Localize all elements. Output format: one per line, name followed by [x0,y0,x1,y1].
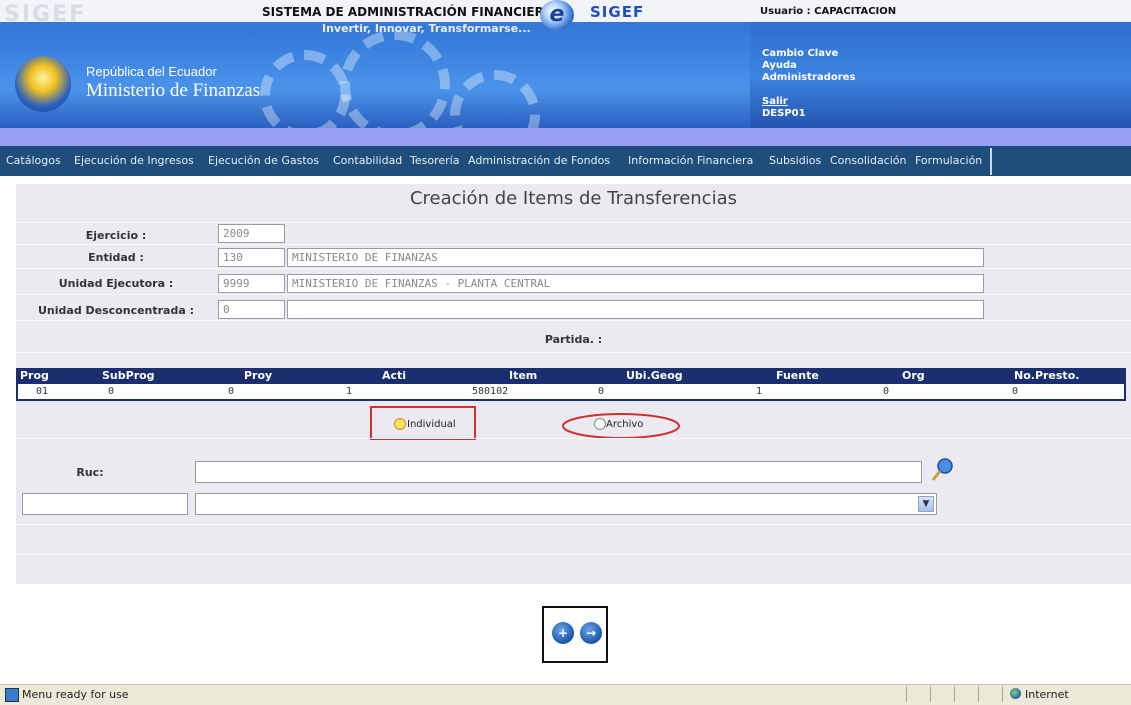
menu-item-contabilidad[interactable]: Contabilidad [333,154,402,167]
beneficiary-code-input[interactable] [22,493,188,515]
entidad-name-field[interactable]: MINISTERIO DE FINANZAS [287,248,984,267]
ministerio-label: Ministerio de Finanzas [86,80,261,101]
column-header-acti: Acti [382,369,407,382]
column-header-subprog: SubProg [102,369,155,382]
ejercicio-label: Ejercicio : [85,229,147,242]
exit-button[interactable]: → [580,622,602,644]
ejercicio-field[interactable]: 2009 [218,224,285,243]
column-header-proy: Proy [244,369,273,382]
ruc-label: Ruc: [76,466,104,479]
archivo-label: Archivo [606,419,644,430]
menu-item-tesoreria[interactable]: Tesorería [410,154,459,167]
unidad-ejecutora-code-field[interactable]: 9999 [218,274,285,293]
menu-item-ejecucion-gastos[interactable]: Ejecución de Gastos [208,154,319,167]
column-header-fuente: Fuente [776,369,819,382]
column-header-org: Org [902,369,925,382]
entidad-label: Entidad : [88,251,144,264]
table-cell-subprog[interactable]: 0 [108,386,114,397]
header-watermark: SIGEF [4,2,87,27]
unidad-desconcentrada-label: Unidad Desconcentrada : [37,304,195,317]
menu-item-administracion-fondos[interactable]: Administración de Fondos [468,154,610,167]
table-cell-item[interactable]: 580102 [472,386,508,397]
unidad-ejecutora-label: Unidad Ejecutora : [58,277,174,290]
unidad-desconcentrada-name-field[interactable] [287,300,984,319]
table-cell-fuente[interactable]: 1 [756,386,762,397]
menu-item-catalogos[interactable]: Catálogos [6,154,61,167]
search-icon[interactable] [930,457,954,483]
header-divider [0,128,1131,146]
e-logo-icon: e [540,0,574,30]
sigef-logo: SIGEF [590,3,645,21]
menu-divider [990,148,992,175]
gear-icon [340,30,450,140]
new-document-button[interactable]: + [552,622,574,644]
administrators-link[interactable]: Administradores [762,72,855,83]
column-header-prog: Prog [20,369,49,382]
security-zone-label: Internet [1025,688,1069,701]
menu-item-formulacion[interactable]: Formulación [915,154,982,167]
archivo-radio[interactable] [594,418,606,430]
table-cell-proy[interactable]: 0 [228,386,234,397]
table-cell-ubigeog[interactable]: 0 [598,386,604,397]
status-text: Menu ready for use [22,688,129,701]
table-cell-prog[interactable]: 01 [36,386,48,397]
change-password-link[interactable]: Cambio Clave [762,48,838,59]
gear-icon [260,50,350,140]
individual-radio[interactable] [394,418,406,430]
status-bar [0,684,1131,705]
entidad-code-field[interactable]: 130 [218,248,285,267]
user-label: Usuario : CAPACITACION [760,6,897,17]
page-title: Creación de Items de Transferencias [409,188,737,209]
republica-label: República del Ecuador [86,64,217,79]
column-header-item: Item [509,369,538,382]
table-cell-acti[interactable]: 1 [346,386,352,397]
table-header [18,370,1124,384]
help-link[interactable]: Ayuda [762,60,797,71]
menu-item-consolidacion[interactable]: Consolidación [830,154,906,167]
beneficiary-select[interactable] [195,493,937,515]
unidad-desconcentrada-code-field[interactable]: 0 [218,300,285,319]
partida-label: Partida. : [544,333,603,346]
slogan: Invertir, Innovar, Transformarse... [322,22,531,35]
column-header-ubigeog: Ubi.Geog [626,369,683,382]
logout-link[interactable]: Salir [762,96,788,107]
menu-item-subsidios[interactable]: Subsidios [769,154,821,167]
globe-icon [1010,688,1021,699]
main-menu: Catálogos Ejecución de Ingresos Ejecució… [0,146,1131,176]
session-code: DESP01 [762,108,806,119]
ruc-input[interactable] [195,461,922,483]
table-cell-org[interactable]: 0 [883,386,889,397]
system-title: SISTEMA DE ADMINISTRACIÓN FINANCIERA [262,5,554,19]
page-icon [5,688,19,702]
individual-label: Individual [407,419,456,430]
unidad-ejecutora-name-field[interactable]: MINISTERIO DE FINANZAS - PLANTA CENTRAL [287,274,984,293]
ministry-logo-icon [15,56,71,112]
menu-item-ejecucion-ingresos[interactable]: Ejecución de Ingresos [74,154,194,167]
menu-item-informacion-financiera[interactable]: Información Financiera [628,154,753,167]
column-header-nopresto: No.Presto. [1014,369,1080,382]
chevron-down-icon[interactable]: ▼ [918,496,934,512]
table-cell-nopresto[interactable]: 0 [1012,386,1018,397]
